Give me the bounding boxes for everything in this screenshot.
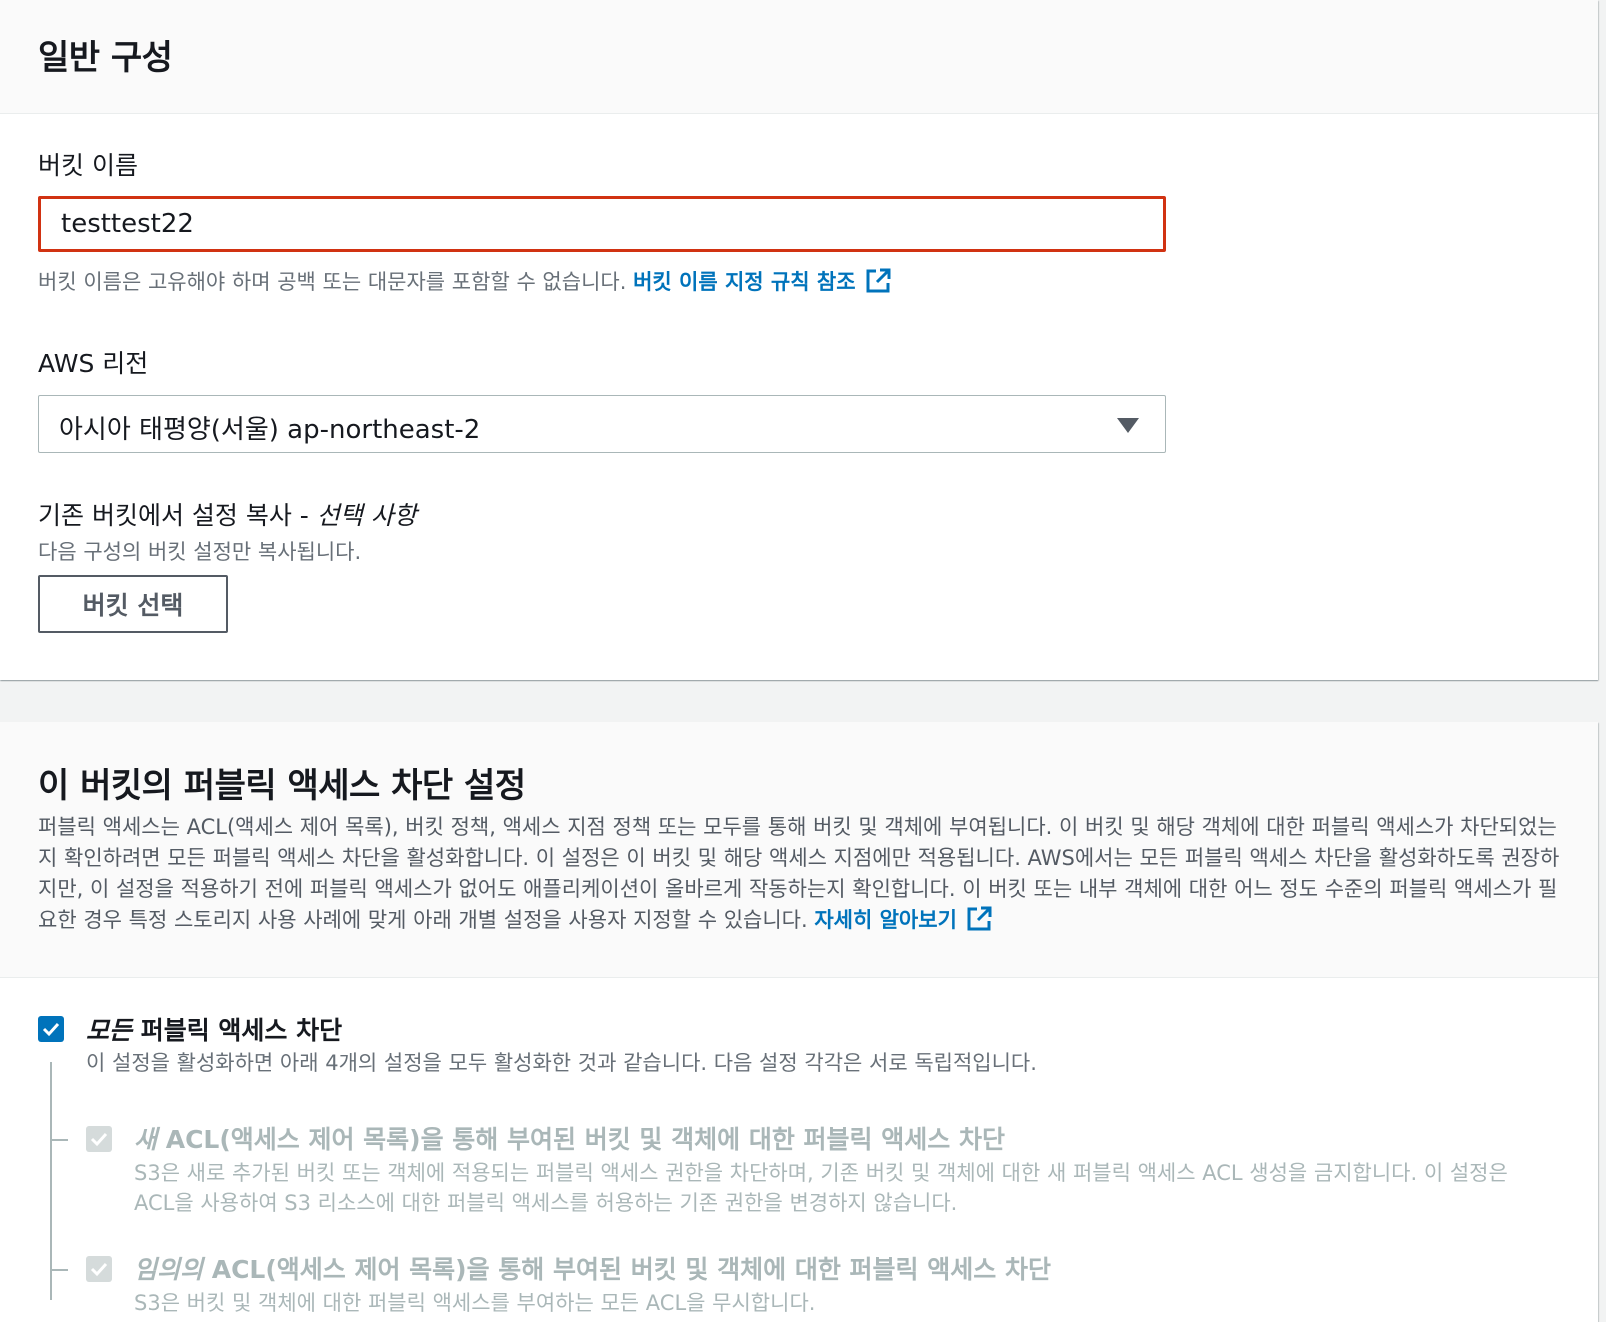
- block-new-acl-checkbox[interactable]: [86, 1126, 112, 1152]
- bucket-name-label: 버킷 이름: [38, 151, 138, 180]
- region-select[interactable]: 아시아 태평양(서울) ap-northeast-2: [38, 395, 1166, 453]
- block-new-acl-title-italic: 새: [134, 1125, 158, 1154]
- choose-bucket-button[interactable]: 버킷 선택: [38, 575, 228, 633]
- bucket-naming-rules-link[interactable]: 버킷 이름 지정 규칙 참조: [633, 268, 891, 294]
- block-all-checkbox[interactable]: [38, 1016, 64, 1042]
- bucket-name-hint: 버킷 이름은 고유해야 하며 공백 또는 대문자를 포함할 수 없습니다. 버킷…: [38, 266, 892, 296]
- external-link-icon: [866, 268, 891, 293]
- region-label: AWS 리전: [38, 349, 149, 378]
- bucket-name-hint-text: 버킷 이름은 고유해야 하며 공백 또는 대문자를 포함할 수 없습니다.: [38, 270, 627, 294]
- general-config-header: 일반 구성: [0, 0, 1598, 114]
- block-any-acl-title-italic: 임의의: [134, 1255, 204, 1284]
- block-all-description: 이 설정을 활성화하면 아래 4개의 설정을 모두 활성화한 것과 같습니다. …: [86, 1051, 1037, 1075]
- caret-down-icon: [1117, 418, 1139, 433]
- block-public-access-description: 퍼블릭 액세스는 ACL(액세스 제어 목록), 버킷 정책, 액세스 지점 정…: [38, 812, 1568, 936]
- copy-settings-optional: 선택 사항: [316, 501, 417, 530]
- learn-more-link-text: 자세히 알아보기: [814, 908, 957, 932]
- block-any-acl-checkbox[interactable]: [86, 1256, 112, 1282]
- block-any-acl-title: 임의의 ACL(액세스 제어 목록)을 통해 부여된 버킷 및 객체에 대한 퍼…: [134, 1250, 1051, 1286]
- checkmark-icon: [90, 1262, 108, 1277]
- block-new-acl-title: 새 ACL(액세스 제어 목록)을 통해 부여된 버킷 및 객체에 대한 퍼블릭…: [134, 1120, 1005, 1156]
- region-select-value: 아시아 태평양(서울) ap-northeast-2: [59, 415, 481, 445]
- bucket-name-input[interactable]: [38, 196, 1166, 252]
- block-any-acl-title-rest: ACL(액세스 제어 목록)을 통해 부여된 버킷 및 객체에 대한 퍼블릭 액…: [203, 1255, 1051, 1284]
- checkmark-icon: [90, 1132, 108, 1147]
- general-config-title: 일반 구성: [38, 38, 173, 78]
- block-all-title-rest: 퍼블릭 액세스 차단: [132, 1016, 343, 1045]
- tree-connector-line: [50, 1062, 52, 1300]
- block-new-acl-description: S3은 새로 추가된 버킷 또는 객체에 적용되는 퍼블릭 액세스 권한을 차단…: [134, 1161, 1508, 1215]
- bucket-naming-rules-link-text: 버킷 이름 지정 규칙 참조: [633, 270, 856, 294]
- copy-settings-hint: 다음 구성의 버킷 설정만 복사됩니다.: [38, 540, 362, 564]
- block-public-access-description-text: 퍼블릭 액세스는 ACL(액세스 제어 목록), 버킷 정책, 액세스 지점 정…: [38, 815, 1560, 932]
- learn-more-link[interactable]: 자세히 알아보기: [814, 906, 993, 932]
- block-new-acl-title-rest: ACL(액세스 제어 목록)을 통해 부여된 버킷 및 객체에 대한 퍼블릭 액…: [157, 1125, 1005, 1154]
- block-public-access-header: 이 버킷의 퍼블릭 액세스 차단 설정 퍼블릭 액세스는 ACL(액세스 제어 …: [0, 722, 1598, 978]
- block-all-title: 모든 퍼블릭 액세스 차단: [86, 1011, 342, 1047]
- block-any-acl-description: S3은 버킷 및 객체에 대한 퍼블릭 액세스를 부여하는 모든 ACL을 무시…: [134, 1291, 816, 1315]
- external-link-icon: [967, 906, 992, 931]
- block-public-access-title: 이 버킷의 퍼블릭 액세스 차단 설정: [38, 766, 526, 806]
- tree-connector-tick: [50, 1139, 68, 1141]
- tree-connector-tick: [50, 1269, 68, 1271]
- general-config-panel: 일반 구성 버킷 이름 버킷 이름은 고유해야 하며 공백 또는 대문자를 포함…: [0, 0, 1598, 680]
- checkmark-icon: [42, 1022, 60, 1037]
- block-all-title-italic: 모든: [86, 1016, 133, 1045]
- copy-settings-label: 기존 버킷에서 설정 복사 - 선택 사항: [38, 496, 417, 532]
- copy-settings-label-main: 기존 버킷에서 설정 복사 -: [38, 501, 317, 530]
